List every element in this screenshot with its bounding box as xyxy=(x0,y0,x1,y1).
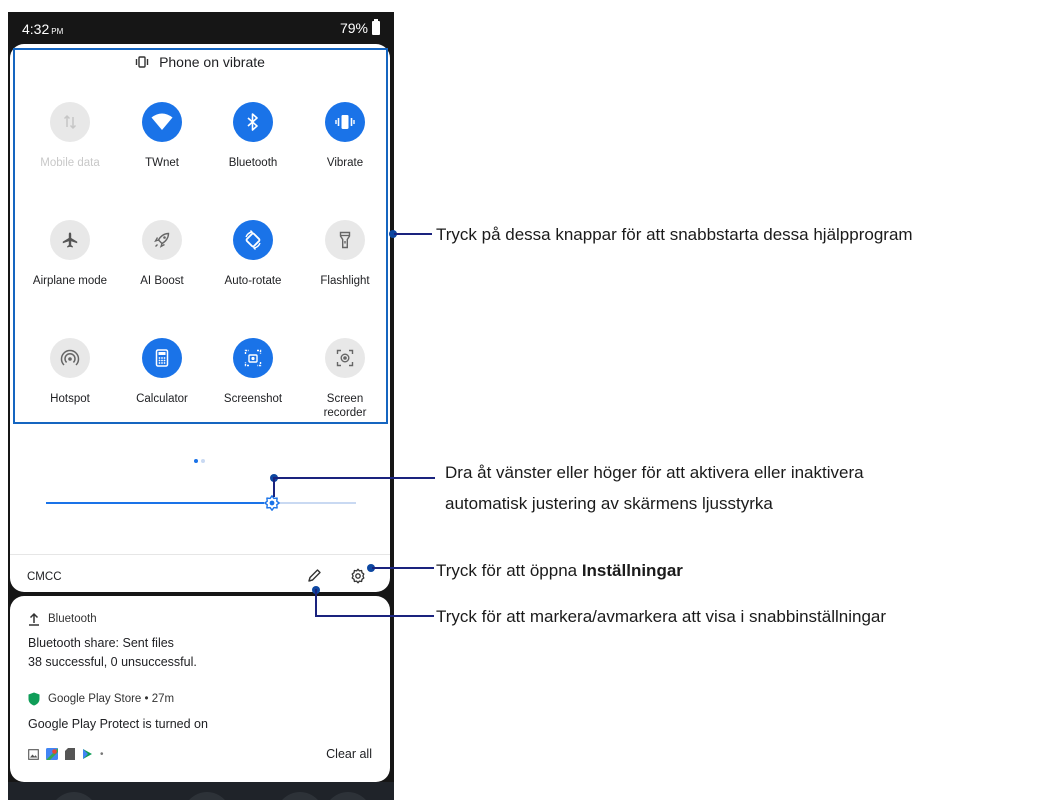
upload-icon xyxy=(29,612,39,626)
notification-panel: Bluetooth Bluetooth share: Sent files 38… xyxy=(10,596,390,782)
notification-app-header: Bluetooth xyxy=(28,612,97,626)
page-dot-active xyxy=(194,459,198,463)
gear-icon xyxy=(351,568,365,584)
callout-settings-bold: Inställningar xyxy=(581,561,683,580)
notification-body[interactable]: 38 successful, 0 unsuccessful. xyxy=(28,655,197,669)
sd-card-icon xyxy=(65,748,75,760)
callout-line-edit-v xyxy=(315,589,317,616)
settings-button[interactable] xyxy=(350,568,366,584)
footer-divider xyxy=(10,554,390,555)
callout-settings-prefix: Tryck för att öppna xyxy=(436,561,582,580)
callout-line-settings xyxy=(372,567,434,569)
more-dot-icon: • xyxy=(100,748,104,760)
status-time: 4:32 PM xyxy=(22,21,64,37)
brightness-slider-thumb[interactable] xyxy=(263,494,281,512)
callout-text-settings: Tryck för att öppna Inställningar xyxy=(436,559,683,582)
notification-overflow-icons: • xyxy=(28,748,104,760)
notification-app-header: Google Play Store • 27m xyxy=(28,692,174,706)
status-bar: 4:32 PM 79% xyxy=(8,12,394,46)
home-dock-peek xyxy=(8,782,394,800)
brightness-track[interactable] xyxy=(272,502,356,504)
edit-button[interactable] xyxy=(306,568,322,584)
brightness-track-filled[interactable] xyxy=(46,502,272,504)
battery-percent: 79% xyxy=(339,20,368,36)
callout-text-edit: Tryck för att markera/avmarkera att visa… xyxy=(436,607,887,626)
carrier-label: CMCC xyxy=(27,571,62,583)
notification-app-name: Bluetooth xyxy=(48,613,97,625)
callout-text-tiles: Tryck på dessa knappar för att snabbstar… xyxy=(436,225,913,244)
pencil-icon xyxy=(308,569,321,582)
notification-title[interactable]: Bluetooth share: Sent files xyxy=(28,636,174,650)
notification-app-name: Google Play Store • 27m xyxy=(48,693,175,705)
callout-text-brightness-1: Dra åt vänster eller höger för att aktiv… xyxy=(445,463,864,482)
brightness-icon xyxy=(264,495,280,511)
tiles-highlight-box xyxy=(13,48,388,424)
play-store-icon xyxy=(83,749,92,759)
page-indicator xyxy=(194,450,208,468)
gallery-icon xyxy=(28,748,39,760)
callout-text-brightness-2: automatisk justering av skärmens ljussty… xyxy=(445,494,773,513)
maps-icon xyxy=(46,748,58,760)
callout-line-brightness-v xyxy=(273,477,275,497)
clear-all-button[interactable]: Clear all xyxy=(326,747,372,761)
callout-line-tiles xyxy=(394,233,432,235)
page-dot xyxy=(201,459,205,463)
notification-title[interactable]: Google Play Protect is turned on xyxy=(28,717,208,731)
battery-status: 79% xyxy=(339,19,380,36)
play-protect-shield-icon xyxy=(28,692,40,706)
battery-icon xyxy=(372,19,380,35)
callout-line-edit-h xyxy=(315,615,434,617)
callout-line-brightness-h xyxy=(274,477,435,479)
